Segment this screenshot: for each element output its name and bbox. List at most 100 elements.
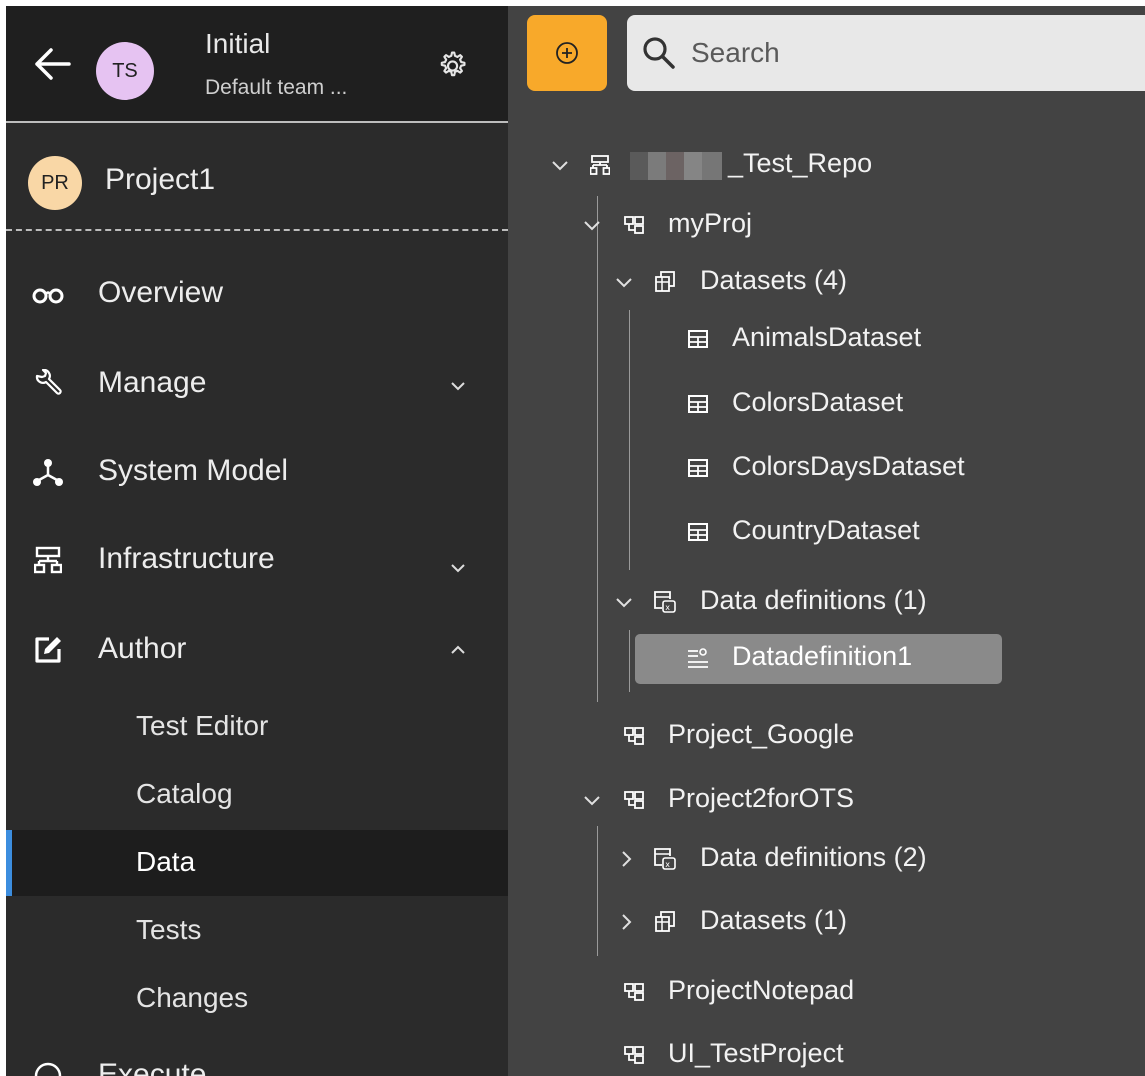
nav-manage[interactable]: Manage — [6, 354, 508, 414]
subnav-data[interactable]: Data — [6, 830, 508, 896]
chevron-down-icon — [580, 788, 604, 812]
team-subtitle: Default team ... — [205, 76, 348, 99]
data-definition-icon: x — [653, 847, 677, 871]
tree-node-data-definitions[interactable]: x Data definitions (2) — [508, 839, 1145, 879]
tree-label: Datasets (4) — [700, 265, 848, 295]
table-icon — [686, 520, 710, 544]
nav-overview[interactable]: Overview — [6, 264, 508, 324]
search-icon — [643, 37, 675, 69]
active-indicator — [6, 830, 12, 896]
svg-text:x: x — [665, 860, 670, 869]
tree-label: ProjectNotepad — [668, 975, 855, 1005]
add-button[interactable] — [527, 15, 607, 91]
subnav-changes[interactable]: Changes — [6, 966, 508, 1032]
subnav-catalog[interactable]: Catalog — [6, 762, 508, 828]
tree-node-dataset[interactable]: ColorsDataset — [508, 384, 1145, 424]
tree-node-datasets[interactable]: Datasets (1) — [508, 902, 1145, 942]
edit-icon — [30, 632, 66, 668]
subnav-changes-label: Changes — [136, 982, 249, 1013]
nav-infrastructure[interactable]: Infrastructure — [6, 530, 508, 590]
sidebar: TS Initial Default team ... PR Project1 — [6, 6, 508, 1076]
team-name: Initial — [205, 28, 271, 59]
tree-node-project[interactable]: Project_Google — [508, 716, 1145, 756]
play-circle-icon — [30, 1058, 66, 1076]
tree-node-dataset[interactable]: CountryDataset — [508, 512, 1145, 552]
table-icon — [686, 392, 710, 416]
project-icon — [622, 788, 646, 812]
chevron-up-icon — [446, 638, 470, 662]
tree-node-data-definition-selected[interactable]: Datadefinition1 — [635, 638, 1002, 678]
subnav-tests-label: Tests — [136, 914, 202, 945]
project-icon — [622, 213, 646, 237]
project-icon — [622, 1043, 646, 1067]
nav-manage-label: Manage — [98, 366, 207, 399]
tree-label: UI_TestProject — [668, 1038, 844, 1068]
tree-label: _Test_Repo — [728, 148, 873, 178]
back-button[interactable] — [32, 46, 72, 82]
tree-node-datasets[interactable]: Datasets (4) — [508, 262, 1145, 302]
table-icon — [686, 327, 710, 351]
chevron-right-icon — [614, 847, 638, 871]
chevron-right-icon — [614, 910, 638, 934]
app: TS Initial Default team ... PR Project1 — [6, 6, 1145, 1076]
nav-overview-label: Overview — [98, 276, 224, 309]
subnav-data-label: Data — [136, 846, 196, 877]
tree-label: Datasets (1) — [700, 905, 848, 935]
data-definition-icon: x — [653, 590, 677, 614]
glasses-icon — [30, 276, 66, 312]
chevron-down-icon — [612, 270, 636, 294]
nav-author[interactable]: Author — [6, 620, 508, 680]
tree-node-data-definitions[interactable]: x Data definitions (1) — [508, 582, 1145, 622]
data-tree-panel: _Test_Repo myProj — [508, 6, 1145, 1076]
tree-node-project[interactable]: UI_TestProject — [508, 1035, 1145, 1075]
nav-author-label: Author — [98, 632, 187, 665]
tree-node-project[interactable]: ProjectNotepad — [508, 972, 1145, 1012]
project-icon — [622, 980, 646, 1004]
network-icon — [30, 454, 66, 490]
tree-guide — [629, 630, 630, 692]
team-header: TS Initial Default team ... — [6, 6, 508, 123]
subnav-tests[interactable]: Tests — [6, 898, 508, 964]
project-avatar: PR — [28, 156, 82, 210]
nav-execute-label: Execute — [98, 1058, 207, 1076]
arrow-left-icon — [35, 48, 71, 80]
tree-label: ColorsDaysDataset — [732, 451, 965, 481]
search-input[interactable] — [691, 35, 1131, 71]
chevron-down-icon — [580, 213, 604, 237]
chevron-down-icon — [548, 153, 572, 177]
tree-label: myProj — [668, 208, 753, 238]
subnav-test-editor-label: Test Editor — [136, 710, 269, 741]
settings-button[interactable] — [432, 46, 472, 86]
tree-node-dataset[interactable]: AnimalsDataset — [508, 319, 1145, 359]
datasets-icon — [653, 270, 677, 294]
search-box[interactable] — [627, 15, 1145, 91]
tree-label: Data definitions (1) — [700, 585, 927, 615]
wrench-icon — [30, 366, 66, 402]
chevron-down-icon — [446, 556, 470, 580]
gear-icon — [440, 51, 466, 77]
tree-node-dataset[interactable]: ColorsDaysDataset — [508, 448, 1145, 488]
team-avatar[interactable]: TS — [96, 42, 154, 100]
nav-infrastructure-label: Infrastructure — [98, 542, 275, 575]
tree-label: ColorsDataset — [732, 387, 904, 417]
redacted-text — [630, 152, 728, 180]
definition-list-icon — [686, 646, 710, 670]
table-icon — [686, 456, 710, 480]
project-selector[interactable]: PR Project1 — [6, 123, 508, 231]
project-icon — [622, 724, 646, 748]
subnav-catalog-label: Catalog — [136, 778, 233, 809]
datasets-icon — [653, 910, 677, 934]
plus-circle-icon — [556, 42, 578, 64]
tree-node-repo[interactable]: _Test_Repo — [508, 145, 1145, 185]
tree-label: AnimalsDataset — [732, 322, 922, 352]
tree-node-project[interactable]: myProj — [508, 205, 1145, 245]
project-name: Project1 — [105, 163, 216, 196]
sitemap-icon — [30, 542, 66, 578]
chevron-down-icon — [446, 374, 470, 398]
nav-system-model[interactable]: System Model — [6, 442, 508, 502]
subnav-test-editor[interactable]: Test Editor — [6, 694, 508, 760]
tree-label: Project2forOTS — [668, 783, 855, 813]
nav-execute[interactable]: Execute — [6, 1046, 508, 1076]
tree-label: CountryDataset — [732, 515, 920, 545]
tree-node-project[interactable]: Project2forOTS — [508, 780, 1145, 820]
